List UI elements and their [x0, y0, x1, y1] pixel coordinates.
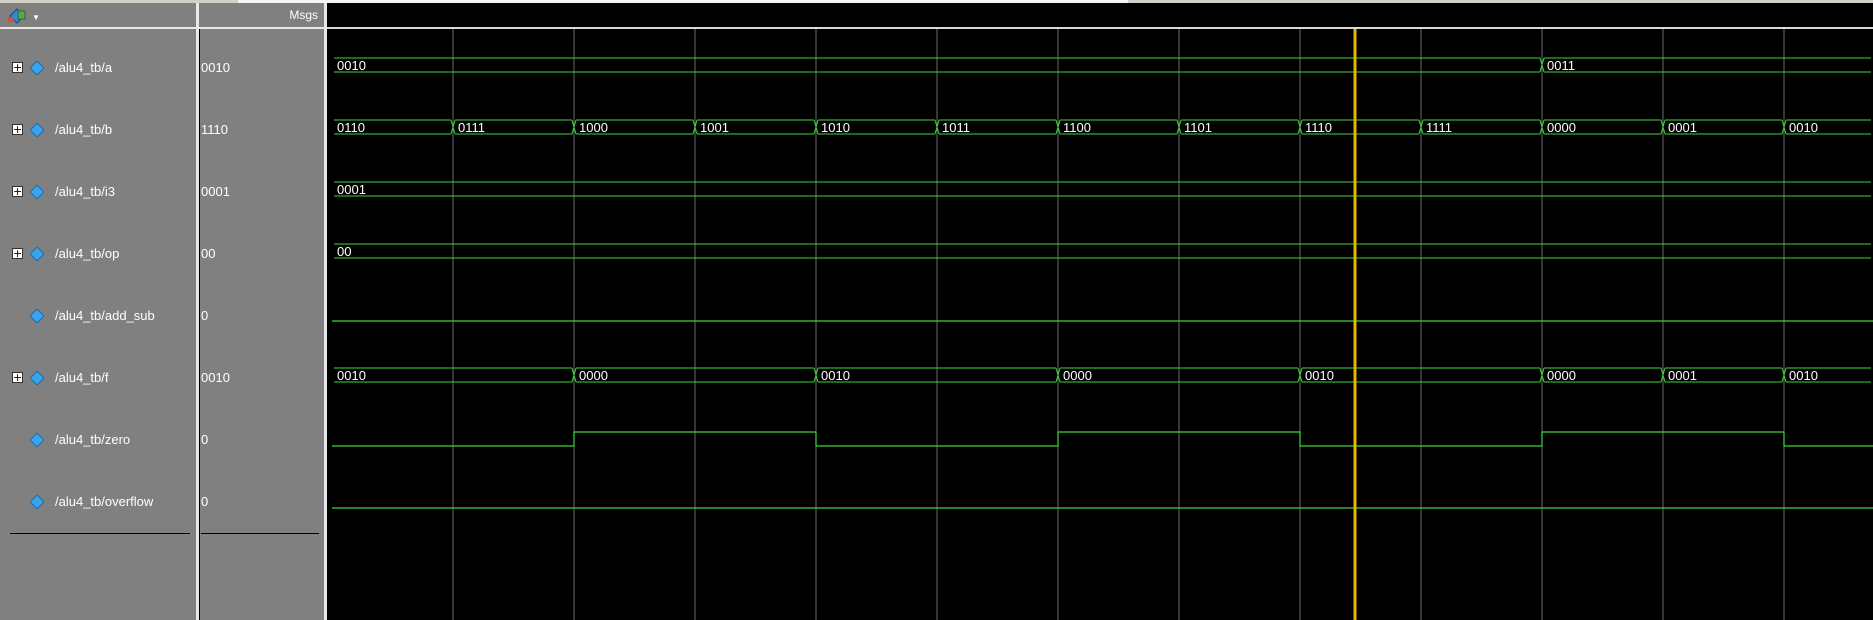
b-value-label: 1011: [942, 120, 970, 135]
signal-value: 0010: [201, 60, 230, 75]
b-value-label: 1000: [579, 120, 608, 135]
a-value-label: 0010: [337, 58, 366, 73]
signal-row[interactable]: /alu4_tb/zero 0: [0, 430, 325, 450]
signal-name: /alu4_tb/zero: [55, 432, 131, 447]
op-value-label: 00: [337, 244, 351, 259]
signal-row[interactable]: + /alu4_tb/f 0010: [0, 368, 325, 388]
wave-pane-header: [327, 3, 1873, 29]
b-value-label: 1101: [1184, 120, 1212, 135]
signal-name: /alu4_tb/add_sub: [55, 308, 155, 323]
msgs-label: Msgs: [289, 8, 318, 22]
signal-value: 0010: [201, 370, 230, 385]
wave-menu-icon[interactable]: ▼: [6, 7, 40, 25]
b-value-label: 1010: [821, 120, 850, 135]
b-value-label: 0000: [1547, 120, 1576, 135]
signal-value: 0: [201, 494, 209, 509]
f-value-label: 0001: [1668, 368, 1697, 383]
signal-name: /alu4_tb/overflow: [55, 494, 154, 509]
b-value-label: 0010: [1789, 120, 1818, 135]
signal-name: /alu4_tb/op: [55, 246, 120, 261]
signal-diamond-icon: [30, 61, 44, 75]
expand-icon[interactable]: +: [12, 124, 23, 135]
signal-row[interactable]: + /alu4_tb/a 0010: [0, 58, 325, 78]
f-value-label: 0010: [337, 368, 366, 383]
f-value-label: 0010: [1305, 368, 1334, 383]
signal-row[interactable]: /alu4_tb/overflow 0: [0, 492, 325, 512]
signal-diamond-icon: [30, 495, 44, 509]
signal-name: /alu4_tb/a: [55, 60, 113, 75]
f-value-label: 0000: [1063, 368, 1092, 383]
b-value-label: 1110: [1305, 120, 1332, 135]
name-pane-header: ▼: [0, 3, 196, 29]
b-value-label: 1001: [700, 120, 729, 135]
f-value-label: 0000: [1547, 368, 1576, 383]
signal-value: 0: [201, 432, 209, 447]
signal-row[interactable]: + /alu4_tb/b 1110: [0, 120, 325, 140]
waveform-canvas[interactable]: 0010 00110110 0111 1000 1001 1010 1011 1100 1101…: [327, 29, 1873, 620]
b-value-label: 0001: [1668, 120, 1697, 135]
signal-diamond-icon: [30, 123, 44, 137]
signal-diamond-icon: [30, 371, 44, 385]
list-end-marker: [201, 533, 319, 534]
value-pane-header: Msgs: [199, 3, 324, 29]
signal-name: /alu4_tb/f: [55, 370, 109, 385]
signal-diamond-icon: [30, 185, 44, 199]
b-value-label: 0111: [458, 120, 485, 135]
expand-icon[interactable]: +: [12, 248, 23, 259]
signal-row[interactable]: + /alu4_tb/i3 0001: [0, 182, 325, 202]
expand-icon[interactable]: +: [12, 62, 23, 73]
f-value-label: 0000: [579, 368, 608, 383]
signal-name: /alu4_tb/b: [55, 122, 113, 137]
signal-row[interactable]: /alu4_tb/add_sub 0: [0, 306, 325, 326]
f-value-label: 0010: [821, 368, 850, 383]
signal-diamond-icon: [30, 247, 44, 261]
b-value-label: 0110: [337, 120, 365, 135]
signal-row[interactable]: + /alu4_tb/op 00: [0, 244, 325, 264]
expand-icon[interactable]: +: [12, 372, 23, 383]
list-end-marker: [10, 533, 190, 534]
signal-value: 0: [201, 308, 209, 323]
b-value-label: 1100: [1063, 120, 1091, 135]
signal-diamond-icon: [30, 433, 44, 447]
signal-name: /alu4_tb/i3: [55, 184, 115, 199]
zero-trace: [332, 431, 1873, 447]
expand-icon[interactable]: +: [12, 186, 23, 197]
i3-value-label: 0001: [337, 182, 366, 197]
f-value-label: 0010: [1789, 368, 1818, 383]
a-value-label: 0011: [1547, 58, 1575, 73]
signal-value: 1110: [201, 122, 228, 137]
signal-diamond-icon: [30, 309, 44, 323]
dropdown-arrow-icon[interactable]: ▼: [32, 13, 40, 22]
signal-value: 0001: [201, 184, 230, 199]
b-value-label: 1111: [1426, 120, 1452, 135]
signal-value: 00: [201, 246, 216, 261]
